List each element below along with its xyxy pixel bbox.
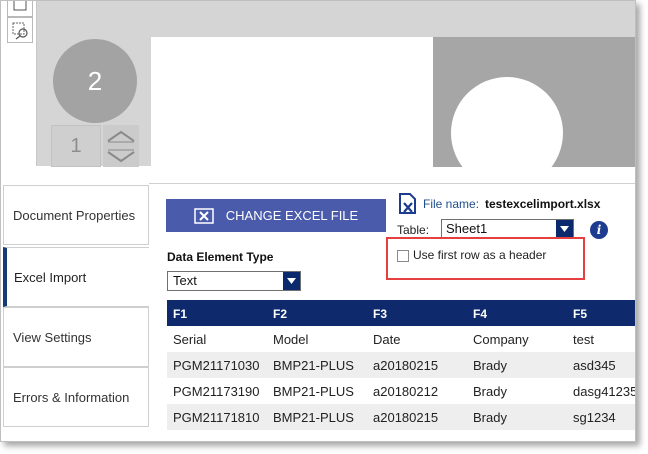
table-cell: PGM21171810 bbox=[173, 410, 260, 425]
table-cell: BMP21-PLUS bbox=[273, 384, 354, 399]
tab-document-properties[interactable]: Document Properties bbox=[3, 185, 149, 245]
table-cell: sg1234 bbox=[573, 410, 616, 425]
side-tabs: Document Properties Excel Import View Se… bbox=[1, 185, 149, 441]
file-name-value: testexcelimport.xlsx bbox=[485, 197, 601, 211]
table-cell: Brady bbox=[473, 384, 507, 399]
column-header[interactable]: F5 bbox=[573, 307, 587, 321]
table-cell: BMP21-PLUS bbox=[273, 410, 354, 425]
select-tool-icon[interactable] bbox=[7, 1, 33, 17]
column-header[interactable]: F3 bbox=[373, 307, 387, 321]
table-row[interactable]: PGM21171030 BMP21-PLUS a20180215 Brady a… bbox=[167, 352, 635, 378]
first-row-header-label[interactable]: Use first row as a header bbox=[413, 248, 546, 262]
table-cell: Serial bbox=[173, 332, 207, 347]
change-excel-file-label: CHANGE EXCEL FILE bbox=[225, 208, 359, 223]
page-thumbnail[interactable]: 2 bbox=[53, 39, 137, 123]
excel-document-icon bbox=[397, 192, 419, 221]
data-grid: F1 F2 F3 F4 F5 Serial Model Date Company… bbox=[167, 300, 636, 441]
page-index-field[interactable]: 1 bbox=[51, 125, 101, 167]
data-element-type-value: Text bbox=[173, 273, 197, 288]
data-element-type-select[interactable]: Text bbox=[167, 271, 301, 291]
table-cell: PGM21171030 bbox=[173, 358, 260, 373]
table-cell: Company bbox=[473, 332, 529, 347]
first-row-header-checkbox[interactable] bbox=[397, 250, 409, 262]
tool-strip bbox=[1, 1, 37, 166]
column-header[interactable]: F1 bbox=[173, 307, 187, 321]
table-row[interactable]: PGM21173190 BMP21-PLUS a20180212 Brady d… bbox=[167, 378, 636, 404]
page-number: 2 bbox=[87, 65, 103, 96]
label-preview-object[interactable] bbox=[433, 37, 635, 167]
table-cell: Date bbox=[373, 332, 401, 347]
page-stepper[interactable] bbox=[103, 125, 139, 167]
label-preview[interactable] bbox=[151, 37, 433, 167]
table-row[interactable]: PGM21171810 BMP21-PLUS a20180215 Brady s… bbox=[167, 404, 635, 430]
chevron-up-icon[interactable] bbox=[105, 127, 137, 145]
table-cell: dasg41235 bbox=[573, 384, 636, 399]
table-cell: test bbox=[573, 332, 594, 347]
change-excel-file-button[interactable]: CHANGE EXCEL FILE bbox=[166, 199, 386, 232]
circle-object[interactable] bbox=[451, 77, 563, 167]
table-label: Table: bbox=[397, 223, 430, 237]
table-cell: PGM21173190 bbox=[173, 384, 260, 399]
excel-file-icon bbox=[194, 207, 214, 224]
grid-header-row: F1 F2 F3 F4 F5 bbox=[167, 300, 635, 326]
chevron-down-icon[interactable] bbox=[105, 147, 137, 165]
table-cell: a20180215 bbox=[373, 410, 439, 425]
info-icon[interactable]: i bbox=[590, 221, 608, 239]
tab-excel-import[interactable]: Excel Import bbox=[3, 247, 149, 307]
table-row[interactable]: Serial Model Date Company test bbox=[167, 326, 635, 352]
tab-label: Excel Import bbox=[14, 269, 87, 285]
table-cell: Brady bbox=[473, 358, 507, 373]
table-cell: Brady bbox=[473, 410, 507, 425]
table-select[interactable]: Sheet1 bbox=[441, 219, 574, 239]
dropdown-arrow-icon[interactable] bbox=[283, 272, 300, 290]
tab-label: View Settings bbox=[13, 329, 92, 345]
table-cell: a20180212 bbox=[373, 384, 439, 399]
tab-errors-information[interactable]: Errors & Information bbox=[3, 367, 149, 427]
column-header[interactable]: F2 bbox=[273, 307, 287, 321]
data-element-type-label: Data Element Type bbox=[167, 250, 274, 264]
table-cell: a20180215 bbox=[373, 358, 439, 373]
table-cell: Model bbox=[273, 332, 309, 347]
app-window: 2 1 Document Properties Excel Import Vie… bbox=[0, 0, 636, 442]
tab-view-settings[interactable]: View Settings bbox=[3, 307, 149, 367]
column-header[interactable]: F4 bbox=[473, 307, 487, 321]
file-name-label: File name: bbox=[423, 197, 480, 211]
table-select-value: Sheet1 bbox=[446, 221, 488, 236]
dropdown-arrow-icon[interactable] bbox=[556, 220, 573, 238]
page-index-value: 1 bbox=[70, 134, 82, 157]
table-cell: BMP21-PLUS bbox=[273, 358, 354, 373]
panel-divider bbox=[149, 183, 635, 184]
lasso-tool-icon[interactable] bbox=[7, 17, 33, 43]
tab-label: Document Properties bbox=[13, 207, 136, 223]
table-cell: asd345 bbox=[573, 358, 616, 373]
design-area: 2 1 bbox=[1, 1, 635, 167]
tab-label: Errors & Information bbox=[13, 389, 130, 405]
